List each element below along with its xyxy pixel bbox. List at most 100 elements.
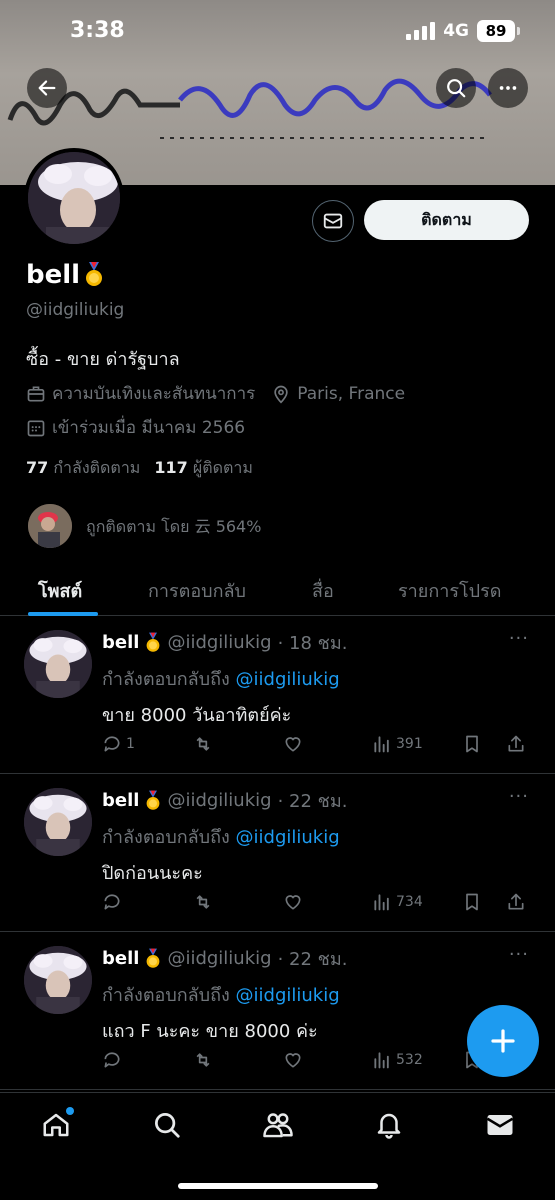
nav-home[interactable]: [40, 1107, 74, 1141]
post-header: bell @iidgiliukig · 22 ชม.: [102, 786, 347, 815]
message-button[interactable]: [312, 200, 354, 242]
tab-replies[interactable]: การตอบกลับ: [148, 576, 246, 605]
post-avatar[interactable]: [24, 946, 92, 1014]
post-avatar-image: [24, 630, 92, 698]
nav-communities[interactable]: [262, 1109, 294, 1141]
reply-to-link[interactable]: @iidgiliukig: [236, 827, 340, 848]
medal-icon: [147, 948, 160, 968]
post-more-button[interactable]: ···: [509, 786, 529, 807]
nav-messages[interactable]: [484, 1109, 516, 1141]
home-icon: [43, 1113, 69, 1137]
post-avatar[interactable]: [24, 630, 92, 698]
follow-button[interactable]: ติดตาม: [364, 200, 529, 240]
like-button[interactable]: [282, 892, 304, 912]
post-actions: 734: [102, 892, 532, 914]
followed-by-row[interactable]: ถูกติดตาม โดย 云 564%: [28, 504, 261, 548]
network-type: 4G: [443, 21, 469, 41]
analytics-icon: [374, 736, 389, 753]
notification-dot: [66, 1107, 74, 1115]
profile-category: ความบันเทิงและสันทนาการ: [52, 384, 256, 404]
views-button[interactable]: 734: [372, 892, 423, 912]
view-count: 532: [396, 1052, 423, 1068]
post-more-button[interactable]: ···: [509, 944, 529, 965]
post-reply-context: กำลังตอบกลับถึง @iidgiliukig: [102, 664, 340, 693]
post-header: bell @iidgiliukig · 18 ชม.: [102, 628, 347, 657]
repost-button[interactable]: [192, 734, 214, 754]
repost-icon: [196, 895, 210, 909]
post-time: · 18 ชม.: [277, 633, 348, 654]
post-avatar-image: [24, 788, 92, 856]
views-button[interactable]: 391: [372, 734, 423, 754]
compose-button[interactable]: [467, 1005, 539, 1077]
nav-notifications[interactable]: [373, 1109, 405, 1141]
post-item[interactable]: bell @iidgiliukig · 18 ชม. ··· กำลังตอบกล…: [0, 616, 555, 774]
analytics-icon: [374, 1052, 389, 1069]
nav-search[interactable]: [151, 1109, 183, 1141]
followers-count: 117: [154, 458, 188, 477]
banner-handwriting: [7, 78, 492, 139]
avatar-image: [28, 152, 120, 244]
followers-label: ผู้ติดตาม: [192, 458, 253, 477]
post-item[interactable]: bell @iidgiliukig · 22 ชม. ··· กำลังตอบกล…: [0, 932, 555, 1090]
reply-button[interactable]: 1: [102, 734, 135, 754]
share-button[interactable]: [506, 892, 526, 912]
repost-button[interactable]: [192, 892, 214, 912]
followed-by-text: ถูกติดตาม โดย 云 564%: [86, 516, 262, 536]
search-icon: [155, 1113, 180, 1138]
reply-to-link[interactable]: @iidgiliukig: [236, 669, 340, 690]
bookmark-button[interactable]: [462, 892, 482, 912]
post-author-name[interactable]: bell: [102, 948, 139, 969]
follow-counts: 77 กำลังติดตาม 117 ผู้ติดตาม: [26, 456, 253, 481]
view-count: 391: [396, 736, 423, 752]
calendar-icon: [27, 420, 45, 436]
more-icon: [499, 86, 517, 90]
share-button[interactable]: [506, 734, 526, 754]
post-time: · 22 ชม.: [277, 791, 348, 812]
post-avatar-image: [24, 946, 92, 1014]
location-icon: [274, 385, 288, 404]
battery-icon: 89: [477, 20, 520, 42]
back-button[interactable]: [27, 68, 67, 108]
share-icon: [508, 735, 524, 752]
follower-avatar-image: [28, 504, 72, 548]
reply-to-link[interactable]: @iidgiliukig: [236, 985, 340, 1006]
reply-button[interactable]: [102, 892, 126, 912]
profile-avatar[interactable]: [24, 148, 124, 248]
profile-name: bell: [26, 260, 81, 290]
post-actions: 532: [102, 1050, 532, 1072]
post-avatar[interactable]: [24, 788, 92, 856]
reply-icon: [104, 894, 120, 910]
reply-button[interactable]: [102, 1050, 126, 1070]
post-author-name[interactable]: bell: [102, 632, 139, 653]
reply-icon: [104, 736, 120, 752]
post-item[interactable]: bell @iidgiliukig · 22 ชม. ··· กำลังตอบกล…: [0, 774, 555, 932]
arrow-left-icon: [38, 80, 56, 96]
post-more-button[interactable]: ···: [509, 628, 529, 649]
profile-name-row: bell: [26, 260, 104, 290]
medal-icon: [86, 262, 103, 286]
envelope-icon: [323, 213, 343, 229]
following-link[interactable]: 77 กำลังติดตาม: [26, 456, 140, 481]
post-actions: 1 391: [102, 734, 532, 756]
heart-icon: [285, 1053, 301, 1068]
tab-media[interactable]: สื่อ: [312, 576, 334, 605]
tab-posts[interactable]: โพสต์: [38, 576, 82, 605]
post-text: แถว F นะคะ ขาย 8000 ค่ะ: [102, 1021, 318, 1042]
heart-icon: [285, 737, 301, 752]
followers-link[interactable]: 117 ผู้ติดตาม: [154, 456, 253, 481]
like-button[interactable]: [282, 734, 304, 754]
post-author-handle: @iidgiliukig: [167, 948, 272, 969]
reply-prefix: กำลังตอบกลับถึง: [102, 985, 230, 1006]
repost-button[interactable]: [192, 1050, 214, 1070]
communities-icon: [263, 1113, 293, 1138]
more-options-button[interactable]: [488, 68, 528, 108]
search-button[interactable]: [436, 68, 476, 108]
post-author-name[interactable]: bell: [102, 790, 139, 811]
profile-meta-row: ความบันเทิงและสันทนาการ Paris, France: [26, 380, 405, 407]
bell-icon: [377, 1113, 401, 1139]
views-button[interactable]: 532: [372, 1050, 423, 1070]
like-button[interactable]: [282, 1050, 304, 1070]
tab-likes[interactable]: รายการโปรด: [398, 576, 501, 605]
bookmark-button[interactable]: [462, 734, 482, 754]
reply-count: 1: [126, 736, 135, 752]
